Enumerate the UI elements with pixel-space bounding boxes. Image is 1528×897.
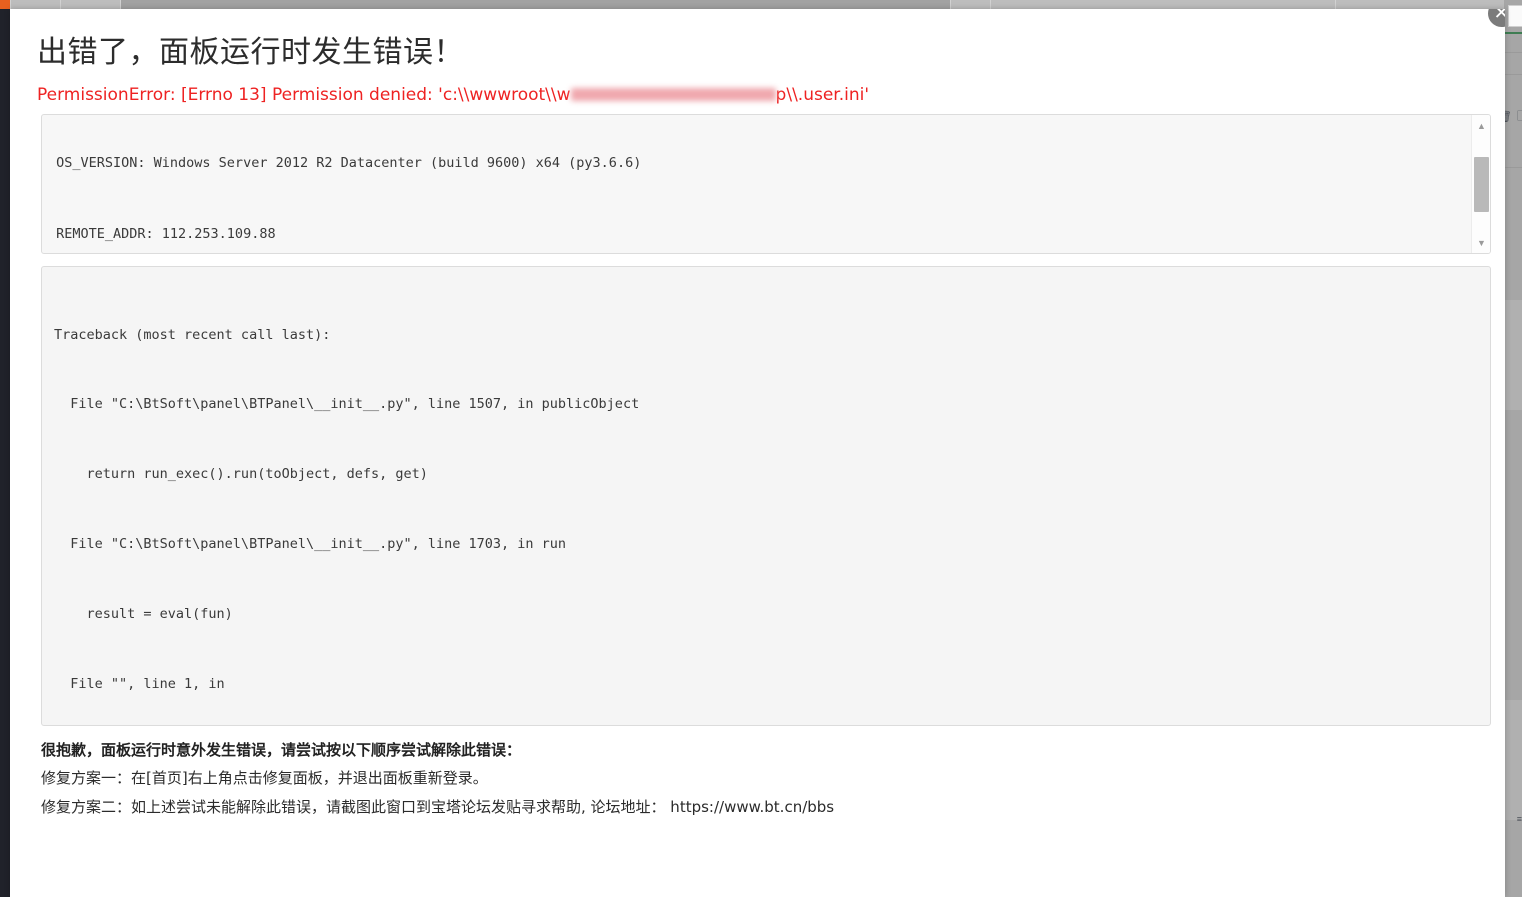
scrollbar-thumb[interactable] — [1474, 157, 1489, 212]
redacted-path-segment — [570, 88, 776, 101]
background-table-row-divider — [1504, 74, 1522, 75]
background-right-edge — [1522, 0, 1528, 897]
traceback-line: File "C:\BtSoft\panel\BTPanel\__init__.p… — [54, 536, 567, 553]
error-summary-suffix: p\\.user.ini' — [775, 85, 870, 105]
background-topbar-segment — [1335, 0, 1528, 9]
hints-heading: 很抱歉，面板运行时意外发生错误，请尝试按以下顺序尝试解除此错误： — [41, 741, 522, 759]
hint-solution-two: 修复方案二：如上述尝试未能解除此错误，请截图此窗口到宝塔论坛发贴寻求帮助, 论坛… — [41, 798, 835, 816]
background-table-cell — [1504, 300, 1522, 410]
traceback-line: result = eval(fun) — [54, 606, 233, 623]
env-os-version: OS_VERSION: Windows Server 2012 R2 Datac… — [48, 155, 642, 171]
background-table-row-divider — [1504, 167, 1522, 168]
background-topbar-segment — [10, 0, 60, 9]
page-root: 🗑 🗋 ≡ ✕ 出错了，面板运行时发生错误！ PermissionError: … — [0, 0, 1528, 897]
background-topbar-segment — [60, 0, 120, 9]
error-dialog-body: 出错了，面板运行时发生错误！ PermissionError: [Errno 1… — [10, 9, 1505, 822]
traceback-head: Traceback (most recent call last): — [54, 326, 331, 343]
background-topbar-segment — [120, 0, 950, 9]
traceback-line: return run_exec().run(toObject, defs, ge… — [54, 466, 428, 483]
env-remote-addr: REMOTE_ADDR: 112.253.109.88 — [48, 225, 276, 242]
background-table-row-divider — [1504, 52, 1522, 53]
traceback-line: File "", line 1, in — [54, 676, 233, 693]
background-topbar-segment — [950, 0, 990, 9]
background-topbar-segment — [990, 0, 1335, 9]
error-dialog: ✕ 出错了，面板运行时发生错误！ PermissionError: [Errno… — [10, 9, 1505, 897]
traceback-content: Traceback (most recent call last): File … — [54, 277, 1478, 725]
background-topbar — [10, 0, 1528, 9]
error-summary-prefix: PermissionError: [Errno 13] Permission d… — [37, 85, 571, 105]
traceback-box[interactable]: Traceback (most recent call last): File … — [41, 266, 1491, 726]
background-table-cell — [1504, 700, 1522, 820]
background-sidebar — [0, 0, 10, 897]
error-summary: PermissionError: [Errno 13] Permission d… — [32, 71, 1483, 105]
traceback-line: File "C:\BtSoft\panel\BTPanel\__init__.p… — [54, 396, 640, 413]
background-green-divider — [1504, 32, 1522, 34]
environment-info-content: OS_VERSION: Windows Server 2012 R2 Datac… — [42, 115, 1472, 253]
hint-solution-one: 修复方案一：在[首页]右上角点击修复面板，并退出面板重新登录。 — [41, 769, 488, 787]
remediation-hints: 很抱歉，面板运行时意外发生错误，请尝试按以下顺序尝试解除此错误： 修复方案一：在… — [41, 736, 1483, 822]
background-sidebar-accent — [0, 0, 10, 9]
page-title: 出错了，面板运行时发生错误！ — [37, 35, 464, 70]
scroll-up-arrow-icon[interactable]: ▲ — [1472, 117, 1490, 134]
environment-scrollbar[interactable]: ▲ ▼ — [1471, 115, 1490, 253]
scroll-down-arrow-icon[interactable]: ▼ — [1472, 234, 1490, 251]
environment-info-box[interactable]: OS_VERSION: Windows Server 2012 R2 Datac… — [41, 114, 1491, 254]
